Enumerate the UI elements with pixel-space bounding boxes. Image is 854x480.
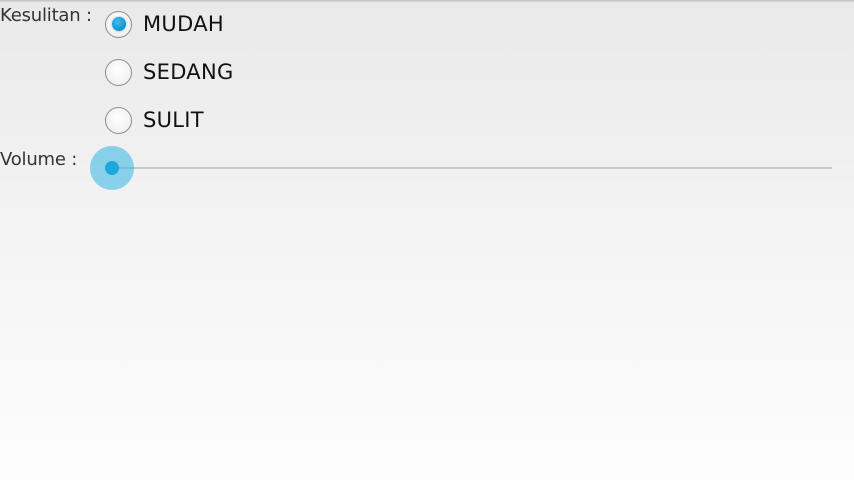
radio-label[interactable]: SULIT bbox=[143, 108, 204, 132]
radio-label[interactable]: MUDAH bbox=[143, 12, 224, 36]
volume-slider[interactable] bbox=[90, 145, 832, 191]
radio-option-sulit[interactable]: SULIT bbox=[105, 105, 204, 135]
slider-thumb-core bbox=[105, 161, 119, 175]
radio-button[interactable] bbox=[105, 58, 132, 86]
slider-thumb[interactable] bbox=[90, 146, 134, 190]
radio-option-mudah[interactable]: MUDAH bbox=[105, 9, 224, 39]
radio-selected-dot bbox=[111, 17, 126, 31]
difficulty-label: Kesulitan : bbox=[0, 5, 92, 26]
window-top-edge bbox=[0, 0, 854, 2]
radio-label[interactable]: SEDANG bbox=[143, 60, 234, 84]
radio-option-sedang[interactable]: SEDANG bbox=[105, 57, 234, 87]
radio-button[interactable] bbox=[105, 106, 132, 134]
radio-button[interactable] bbox=[105, 10, 132, 38]
volume-label: Volume : bbox=[0, 149, 78, 170]
slider-track[interactable] bbox=[112, 167, 832, 169]
